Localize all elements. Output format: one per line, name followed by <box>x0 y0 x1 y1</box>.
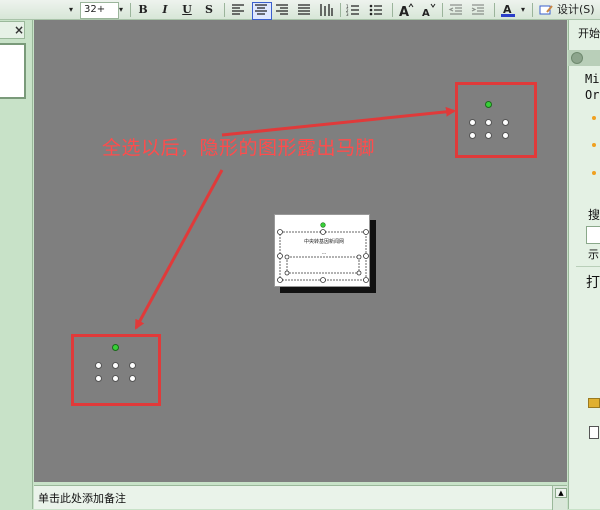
selection-handle[interactable] <box>502 119 509 126</box>
selection-handle[interactable] <box>129 362 136 369</box>
annotation-text: 全选以后，隐形的图形露出马脚 <box>102 137 376 159</box>
new-document-icon[interactable] <box>589 426 599 439</box>
selection-handle[interactable] <box>112 375 119 382</box>
bullet-icon <box>592 143 596 147</box>
selection-handle[interactable] <box>485 132 492 139</box>
notes-scrollbar[interactable]: ▲ <box>552 486 567 510</box>
open-label: 打 <box>586 275 600 291</box>
notes-placeholder: 单击此处添加备注 <box>38 492 126 505</box>
arrow-to-bottom-left <box>134 169 224 330</box>
back-icon[interactable] <box>571 52 583 64</box>
task-pane-line-2: Or <box>585 88 600 102</box>
callout-box-bottom-left <box>71 334 161 406</box>
task-pane-line-1: Mi <box>585 72 600 86</box>
notes-pane[interactable]: 单击此处添加备注 ▲ <box>34 485 567 510</box>
rotation-handle[interactable] <box>485 101 492 108</box>
show-label: 示 <box>588 248 599 261</box>
folder-icon[interactable] <box>588 398 600 408</box>
divider <box>576 266 600 267</box>
selection-handle[interactable] <box>502 132 509 139</box>
selection-handle[interactable] <box>485 119 492 126</box>
search-input[interactable] <box>586 226 600 244</box>
task-pane-title: 开始 <box>578 27 600 40</box>
rotation-handle[interactable] <box>112 344 119 351</box>
bullet-icon <box>592 171 596 175</box>
search-label: 搜 <box>588 208 600 222</box>
scroll-up-icon[interactable]: ▲ <box>555 488 567 498</box>
selection-handle[interactable] <box>469 132 476 139</box>
selection-handle[interactable] <box>469 119 476 126</box>
mini-slide-title: 中央转基因新闻网 <box>303 239 344 245</box>
selected-slide-preview[interactable]: 中央转基因新闻网 --- <box>274 214 370 287</box>
selection-handle[interactable] <box>129 375 136 382</box>
callout-box-top-right <box>455 82 537 158</box>
selection-handle[interactable] <box>95 362 102 369</box>
arrow-to-top-right <box>221 106 456 137</box>
bullet-icon <box>592 116 596 120</box>
mini-slide-subtitle: --- <box>321 251 327 256</box>
selection-handle[interactable] <box>95 375 102 382</box>
selection-handle[interactable] <box>112 362 119 369</box>
